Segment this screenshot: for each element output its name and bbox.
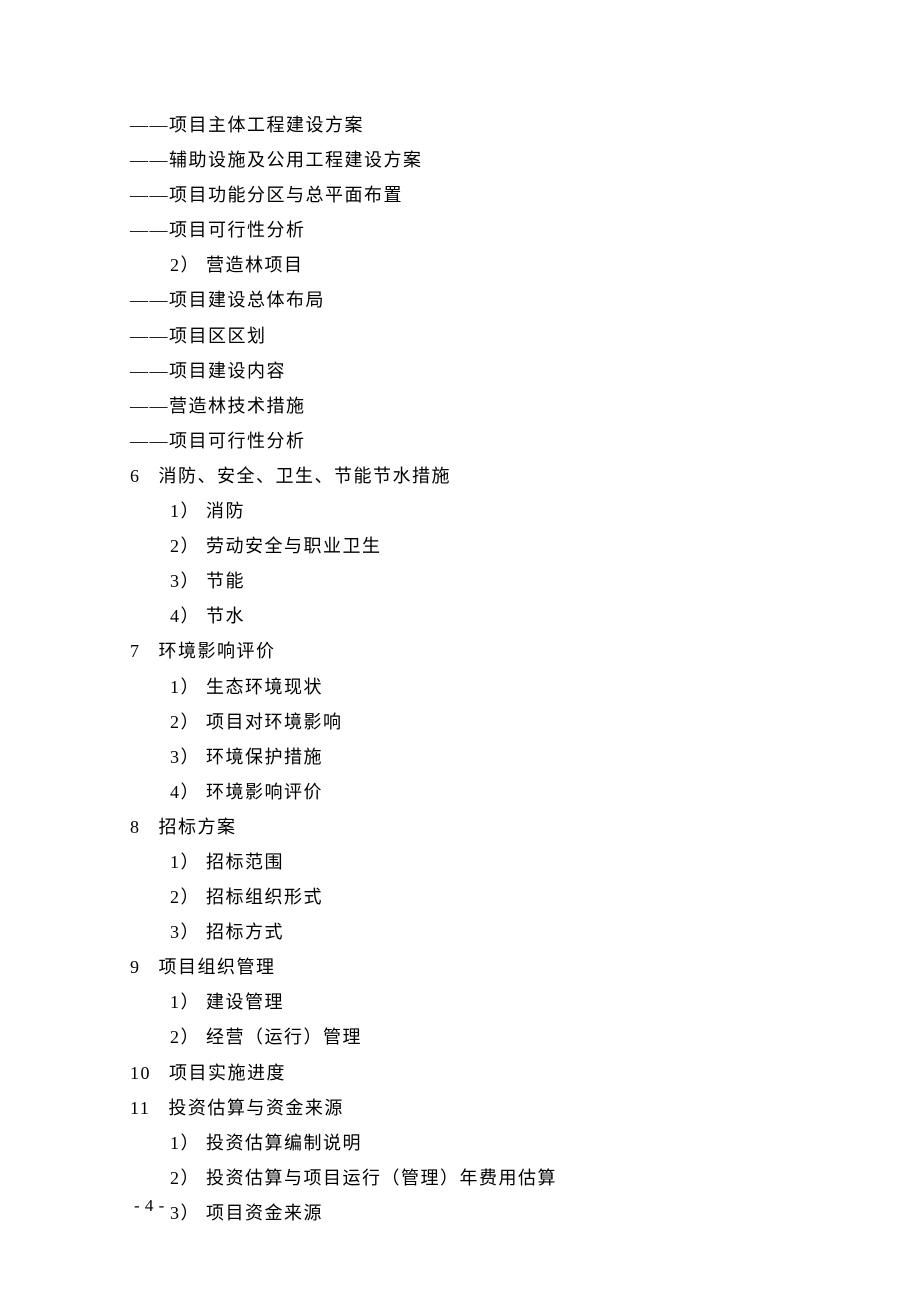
outline-line: 10 项目实施进度 — [130, 1056, 820, 1091]
outline-line: ——项目可行性分析 — [130, 213, 820, 248]
outline-line: ——项目建设内容 — [130, 354, 820, 389]
outline-line: 2） 招标组织形式 — [170, 880, 820, 915]
outline-line: 2） 营造林项目 — [170, 248, 820, 283]
outline-line: 4） 节水 — [170, 599, 820, 634]
outline-line: ——项目建设总体布局 — [130, 283, 820, 318]
outline-line: 3） 环境保护措施 — [170, 740, 820, 775]
outline-line: 9 项目组织管理 — [130, 950, 820, 985]
outline-line: ——营造林技术措施 — [130, 389, 820, 424]
outline-line: ——辅助设施及公用工程建设方案 — [130, 143, 820, 178]
document-body: ——项目主体工程建设方案 ——辅助设施及公用工程建设方案 ——项目功能分区与总平… — [0, 0, 920, 1231]
outline-line: 1） 招标范围 — [170, 845, 820, 880]
outline-line: 2） 经营（运行）管理 — [170, 1020, 820, 1055]
outline-line: 8 招标方案 — [130, 810, 820, 845]
outline-line: 7 环境影响评价 — [130, 634, 820, 669]
outline-line: 1） 投资估算编制说明 — [170, 1126, 820, 1161]
outline-line: ——项目功能分区与总平面布置 — [130, 178, 820, 213]
page-number: - 4 - — [134, 1189, 165, 1222]
outline-line: 6 消防、安全、卫生、节能节水措施 — [130, 459, 820, 494]
outline-line: 1） 建设管理 — [170, 985, 820, 1020]
outline-line: ——项目可行性分析 — [130, 424, 820, 459]
outline-line: ——项目主体工程建设方案 — [130, 108, 820, 143]
outline-line: 4） 环境影响评价 — [170, 775, 820, 810]
outline-line: 1） 消防 — [170, 494, 820, 529]
outline-line: 1） 生态环境现状 — [170, 670, 820, 705]
outline-line: 2） 投资估算与项目运行（管理）年费用估算 — [170, 1161, 820, 1196]
outline-line: 3） 节能 — [170, 564, 820, 599]
outline-line: 3） 项目资金来源 — [170, 1196, 820, 1231]
outline-line: 3） 招标方式 — [170, 915, 820, 950]
outline-line: 2） 项目对环境影响 — [170, 705, 820, 740]
outline-line: 2） 劳动安全与职业卫生 — [170, 529, 820, 564]
outline-line: 11 投资估算与资金来源 — [130, 1091, 820, 1126]
outline-line: ——项目区区划 — [130, 319, 820, 354]
